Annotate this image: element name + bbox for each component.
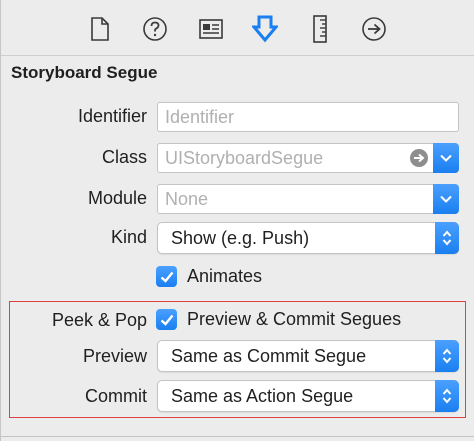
- class-label: Class: [101, 147, 147, 167]
- preview-value: Same as Commit Segue: [171, 346, 367, 366]
- chevron-down-icon: [440, 154, 452, 162]
- kind-value: Show (e.g. Push): [171, 228, 310, 248]
- kind-label: Kind: [110, 227, 147, 247]
- identifier-label: Identifier: [77, 106, 147, 126]
- module-label: Module: [87, 188, 147, 208]
- identifier-placeholder: Identifier: [165, 107, 235, 127]
- identity-inspector-icon[interactable]: [197, 14, 225, 44]
- preview-popup[interactable]: Same as Commit Segue: [157, 340, 459, 372]
- updown-chevron-icon: [435, 340, 459, 372]
- checkmark-icon: [160, 314, 173, 326]
- kind-popup[interactable]: Show (e.g. Push): [157, 222, 459, 254]
- peek-pop-checkbox[interactable]: [156, 309, 177, 330]
- module-dropdown-button[interactable]: [433, 184, 459, 214]
- commit-popup[interactable]: Same as Action Segue: [157, 380, 459, 412]
- inspector-toolbar: [1, 0, 474, 56]
- class-dropdown-button[interactable]: [433, 143, 459, 173]
- peek-pop-label: Peek & Pop: [51, 310, 147, 330]
- attributes-inspector-icon[interactable]: [251, 14, 279, 44]
- class-field[interactable]: UIStoryboardSegue: [157, 143, 435, 173]
- preview-label: Preview: [82, 346, 147, 366]
- updown-chevron-icon: [435, 222, 459, 254]
- connections-inspector-icon[interactable]: [360, 14, 388, 44]
- commit-value: Same as Action Segue: [171, 386, 354, 406]
- peek-pop-checkbox-label: Preview & Commit Segues: [187, 309, 402, 329]
- identifier-field[interactable]: Identifier: [157, 102, 459, 132]
- chevron-down-icon: [440, 195, 452, 203]
- quick-help-icon[interactable]: [141, 14, 169, 44]
- animates-checkbox[interactable]: [156, 266, 177, 287]
- module-field[interactable]: None: [157, 184, 435, 214]
- checkmark-icon: [160, 271, 173, 283]
- commit-label: Commit: [85, 386, 147, 406]
- file-inspector-icon[interactable]: [86, 14, 114, 44]
- section-title: Storyboard Segue: [11, 63, 158, 82]
- inspector-panel: Storyboard Segue Identifier Identifier C…: [0, 0, 474, 441]
- bottom-divider: [1, 436, 474, 437]
- navigate-arrow-icon[interactable]: [410, 149, 428, 167]
- animates-label: Animates: [187, 266, 263, 286]
- size-inspector-icon[interactable]: [306, 14, 334, 44]
- module-placeholder: None: [165, 189, 209, 209]
- updown-chevron-icon: [435, 380, 459, 412]
- class-placeholder: UIStoryboardSegue: [165, 148, 324, 168]
